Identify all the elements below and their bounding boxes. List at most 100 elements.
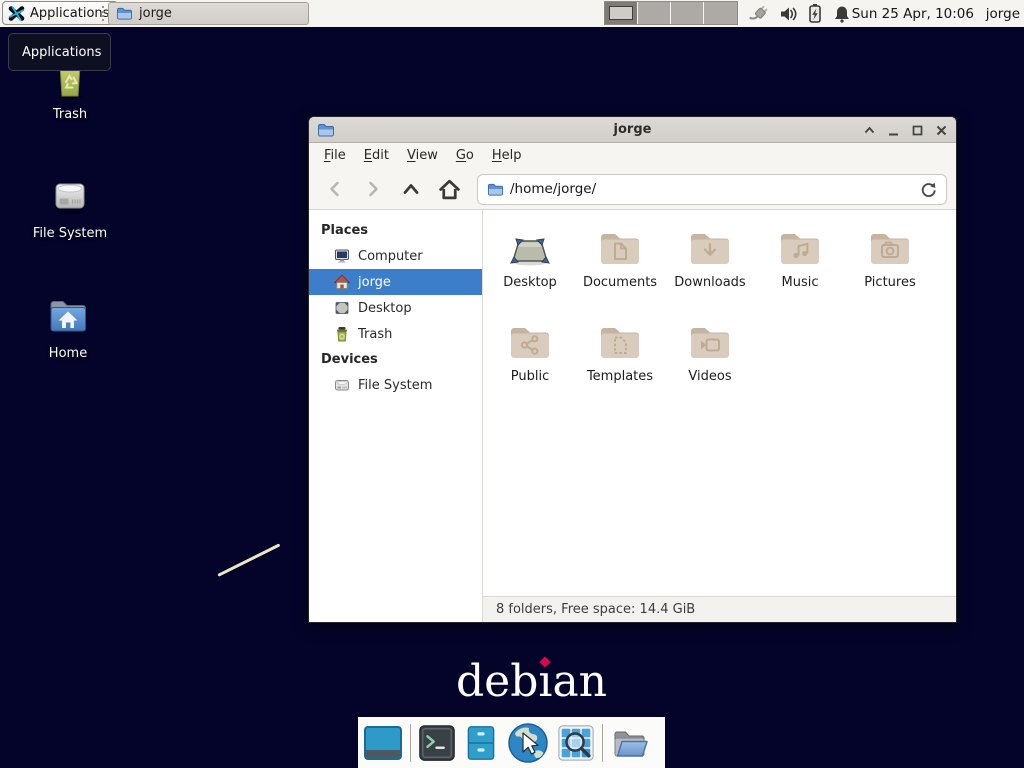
harddrive-icon (46, 171, 94, 219)
folder-shortcut[interactable] (610, 723, 650, 763)
menu-edit[interactable]: Edit (355, 143, 398, 169)
downloads-folder-icon (686, 224, 734, 272)
folder-item-downloads[interactable]: Downloads (665, 224, 755, 308)
path-bar[interactable] (477, 174, 947, 205)
terminal-launcher[interactable] (418, 724, 456, 762)
app-finder-icon (557, 724, 595, 762)
templates-folder-icon (596, 318, 644, 366)
titlebar[interactable]: jorge (309, 117, 956, 143)
menubar: File Edit View Go Help (309, 143, 956, 169)
battery-charging-icon[interactable] (806, 3, 824, 24)
folder-label: Pictures (864, 275, 915, 290)
workspace-switcher (604, 1, 738, 25)
menu-help[interactable]: Help (483, 143, 531, 169)
desktop: Trash File System Home debıan (0, 0, 1024, 768)
up-button[interactable] (393, 174, 429, 204)
minimize-button[interactable] (886, 123, 901, 138)
panel-username[interactable]: jorge (986, 0, 1020, 27)
power-plug-icon[interactable] (749, 3, 770, 24)
home-icon (334, 274, 350, 290)
workspace-3[interactable] (671, 2, 704, 24)
reload-button[interactable] (920, 181, 937, 198)
workspace-4[interactable] (704, 2, 737, 24)
sidebar-item-label: Trash (358, 327, 392, 342)
workspace-1[interactable] (605, 2, 638, 24)
menu-view[interactable]: View (398, 143, 447, 169)
desktop-icon-home[interactable]: Home (20, 291, 116, 361)
sidebar-item-desktop[interactable]: Desktop (309, 295, 482, 321)
system-tray (749, 3, 852, 24)
folder-item-templates[interactable]: Templates (575, 318, 665, 402)
path-folder-icon (487, 182, 503, 197)
home-folder-icon (44, 291, 92, 339)
applications-label: Applications (30, 6, 109, 21)
close-button[interactable] (934, 123, 949, 138)
home-button[interactable] (431, 174, 467, 204)
desktop-icon-label: Home (49, 346, 87, 361)
back-button[interactable] (317, 174, 353, 204)
folder-label: Documents (583, 275, 657, 290)
dock-separator (602, 724, 603, 762)
tooltip-text: Applications (22, 45, 101, 60)
taskbar-window-label: jorge (139, 6, 172, 21)
sidebar-header-devices: Devices (309, 347, 482, 372)
app-finder-launcher[interactable] (557, 724, 595, 762)
dock-separator (410, 724, 411, 762)
panel-clock[interactable]: Sun 25 Apr, 10:06 (852, 0, 974, 27)
menu-file[interactable]: File (315, 143, 355, 169)
desktop-icon-label: File System (33, 226, 107, 241)
desktop-workspace-icon (506, 224, 554, 272)
sidebar-item-jorge[interactable]: jorge (309, 269, 482, 295)
workspace-window-thumbnail (609, 6, 633, 20)
folder-label: Desktop (503, 275, 557, 290)
file-list: Desktop Documents (483, 210, 956, 596)
sidebar-header-places: Places (309, 218, 482, 243)
public-folder-icon (506, 318, 554, 366)
sidebar-item-label: File System (358, 378, 432, 393)
folder-item-videos[interactable]: Videos (665, 318, 755, 402)
trash-icon (334, 326, 350, 342)
notifications-bell-icon[interactable] (832, 4, 852, 24)
volume-icon[interactable] (778, 4, 798, 24)
panel-handle[interactable] (102, 6, 104, 21)
dock-folder-icon (610, 723, 650, 763)
folder-label: Downloads (674, 275, 745, 290)
folder-label: Videos (688, 369, 731, 384)
sidebar-item-trash[interactable]: Trash (309, 321, 482, 347)
sidebar-item-label: Desktop (358, 301, 412, 316)
sidebar-item-computer[interactable]: Computer (309, 243, 482, 269)
folder-label: Public (511, 369, 549, 384)
folder-label: Templates (587, 369, 653, 384)
window-title: jorge (309, 122, 956, 137)
folder-label: Music (782, 275, 819, 290)
show-desktop-button[interactable] (363, 723, 403, 763)
folder-item-desktop[interactable]: Desktop (485, 224, 575, 308)
terminal-icon (418, 724, 456, 762)
taskbar-folder-icon (116, 6, 132, 21)
folder-item-pictures[interactable]: Pictures (845, 224, 935, 308)
workspace-2[interactable] (638, 2, 671, 24)
maximize-button[interactable] (910, 123, 925, 138)
forward-button[interactable] (355, 174, 391, 204)
path-input[interactable] (510, 181, 913, 197)
folder-item-public[interactable]: Public (485, 318, 575, 402)
statusbar-text: 8 folders, Free space: 14.4 GiB (496, 602, 695, 617)
folder-item-documents[interactable]: Documents (575, 224, 665, 308)
folder-item-music[interactable]: Music (755, 224, 845, 308)
applications-menu-button[interactable]: Applications (2, 1, 118, 25)
sidebar-item-label: jorge (358, 275, 391, 290)
applications-tooltip: Applications (8, 33, 111, 71)
documents-folder-icon (596, 224, 644, 272)
shade-button[interactable] (862, 123, 877, 138)
logo-text: an (552, 656, 607, 707)
file-manager-launcher[interactable] (463, 724, 499, 762)
file-cabinet-icon (463, 724, 499, 762)
sidebar-item-filesystem[interactable]: File System (309, 372, 482, 398)
desktop-icon-filesystem[interactable]: File System (22, 171, 118, 241)
taskbar-window-button[interactable]: jorge (108, 2, 309, 25)
menu-go[interactable]: Go (447, 143, 483, 169)
file-manager-window: jorge File Edit View Go Help (308, 116, 957, 623)
harddrive-icon (334, 377, 350, 393)
web-browser-launcher[interactable] (506, 721, 550, 765)
show-desktop-icon (363, 723, 403, 763)
